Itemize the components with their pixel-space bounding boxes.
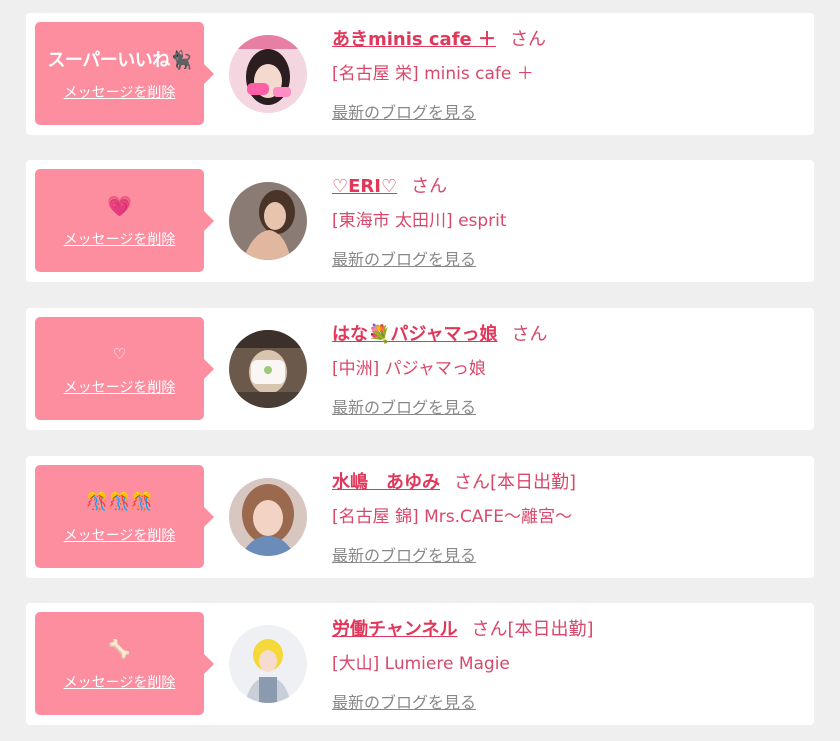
message-bubble: スーパーいいね🐈‍⬛ メッセージを削除	[35, 22, 214, 125]
party-emoji-icon: 🎊🎊🎊	[85, 491, 154, 513]
honorific: さん[本日出勤]	[454, 472, 577, 493]
latest-blog-link[interactable]: 最新のブログを見る	[332, 394, 476, 418]
reaction-card: 🎊🎊🎊 メッセージを削除 水嶋 あゆみ さん[本日出勤] [名古屋 錦] Mrs.…	[26, 456, 814, 578]
message-bubble: 🦴 メッセージを削除	[35, 612, 214, 715]
latest-blog-link[interactable]: 最新のブログを見る	[332, 99, 476, 123]
heart-icon: ♡	[112, 345, 127, 363]
avatar[interactable]	[229, 478, 307, 556]
shop-info: [中洲] パジャマっ娘	[332, 359, 486, 379]
delete-message-link[interactable]: メッセージを削除	[35, 672, 204, 692]
honorific: さん[本日出勤]	[471, 619, 594, 640]
message-bubble: ♡ メッセージを削除	[35, 317, 214, 420]
reaction-card: ♡ メッセージを削除 はな💐パジャマっ娘 さん [中洲] パジャマっ娘 最新のブロ…	[26, 308, 814, 430]
honorific: さん	[510, 29, 547, 50]
bone-emoji-icon: 🦴	[108, 638, 131, 660]
heart-emoji-icon: 💗	[107, 194, 132, 218]
message-text: スーパーいいね🐈‍⬛	[47, 50, 192, 71]
latest-blog-link[interactable]: 最新のブログを見る	[332, 542, 476, 566]
avatar[interactable]	[229, 35, 307, 113]
shop-info: [大山] Lumiere Magie	[332, 654, 510, 674]
message-bubble: 🎊🎊🎊 メッセージを削除	[35, 465, 214, 568]
delete-message-link[interactable]: メッセージを削除	[35, 377, 204, 397]
latest-blog-link[interactable]: 最新のブログを見る	[332, 689, 476, 713]
reaction-card: 🦴 メッセージを削除 労働チャンネル さん[本日出勤] [大山] Lumiere …	[26, 603, 814, 725]
girl-name-link[interactable]: ♡ERI♡	[332, 176, 397, 197]
delete-message-link[interactable]: メッセージを削除	[35, 525, 204, 545]
reaction-list: スーパーいいね🐈‍⬛ メッセージを削除 あきminis cafe ＋ さん [名古…	[0, 0, 840, 741]
girl-name-link[interactable]: はな💐パジャマっ娘	[332, 324, 498, 345]
shop-info: [名古屋 錦] Mrs.CAFE～離宮～	[332, 507, 573, 527]
girl-name-link[interactable]: 水嶋 あゆみ	[332, 472, 440, 493]
honorific: さん	[411, 176, 448, 197]
message-bubble: 💗 メッセージを削除	[35, 169, 214, 272]
latest-blog-link[interactable]: 最新のブログを見る	[332, 246, 476, 270]
reaction-card: スーパーいいね🐈‍⬛ メッセージを削除 あきminis cafe ＋ さん [名古…	[26, 13, 814, 135]
girl-name-link[interactable]: あきminis cafe ＋	[332, 29, 496, 50]
avatar[interactable]	[229, 182, 307, 260]
delete-message-link[interactable]: メッセージを削除	[35, 82, 204, 102]
shop-info: [東海市 太田川] esprit	[332, 211, 507, 231]
girl-name-link[interactable]: 労働チャンネル	[332, 619, 457, 640]
reaction-card: 💗 メッセージを削除 ♡ERI♡ さん [東海市 太田川] esprit 最新のブ…	[26, 160, 814, 282]
honorific: さん	[511, 324, 548, 345]
shop-info: [名古屋 栄] minis cafe ＋	[332, 64, 534, 84]
delete-message-link[interactable]: メッセージを削除	[35, 229, 204, 249]
avatar[interactable]	[229, 330, 307, 408]
avatar[interactable]	[229, 625, 307, 703]
